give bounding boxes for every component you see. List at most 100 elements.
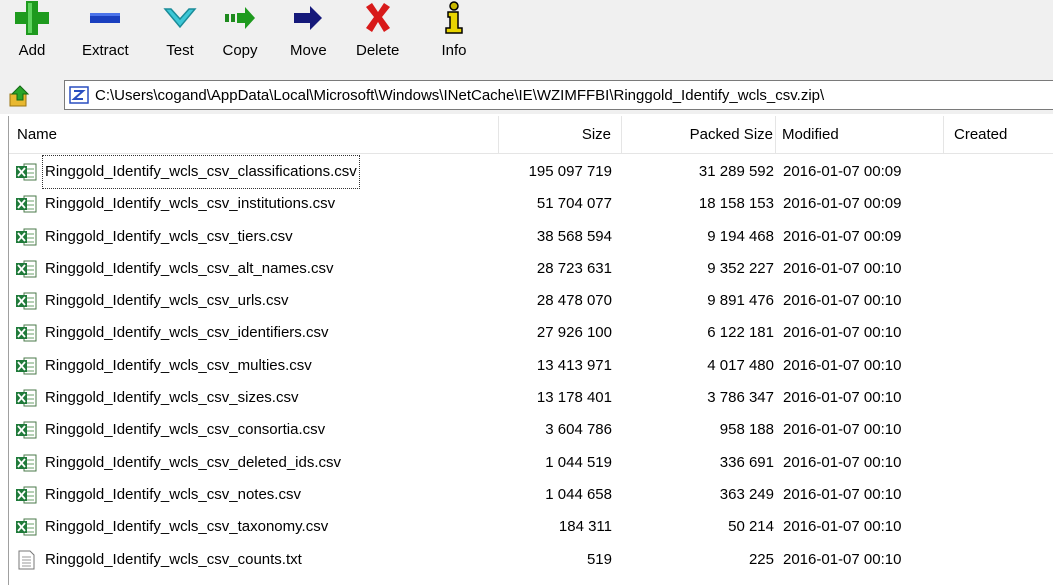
- file-packed-size: 50 214: [728, 518, 774, 536]
- add-label: Add: [18, 42, 46, 59]
- file-name: Ringgold_Identify_wcls_csv_deleted_ids.c…: [45, 453, 342, 471]
- file-name: Ringgold_Identify_wcls_csv_notes.csv: [45, 485, 301, 503]
- column-header-size[interactable]: Size: [499, 116, 622, 154]
- file-rows: Ringgold_Identify_wcls_csv_classificatio…: [9, 155, 1053, 576]
- info-label: Info: [441, 42, 467, 59]
- file-packed-size: 958 188: [719, 421, 774, 439]
- file-size: 38 568 594: [536, 227, 612, 245]
- file-name: Ringgold_Identify_wcls_csv_institutions.…: [45, 195, 336, 213]
- csv-file-icon: [15, 388, 37, 408]
- file-row[interactable]: Ringgold_Identify_wcls_csv_sizes.csv 13 1…: [9, 382, 1053, 414]
- file-packed-size: 9 891 476: [707, 292, 774, 310]
- csv-file-icon: [15, 259, 37, 279]
- csv-file-icon: [15, 517, 37, 537]
- extract-button[interactable]: Extract: [82, 0, 129, 68]
- file-name: Ringgold_Identify_wcls_csv_multies.csv: [45, 356, 312, 374]
- file-size: 28 478 070: [536, 292, 612, 310]
- file-row[interactable]: Ringgold_Identify_wcls_csv_consortia.csv…: [9, 414, 1053, 446]
- copy-button[interactable]: Copy: [222, 0, 258, 68]
- file-packed-size: 9 194 468: [707, 227, 774, 245]
- toolbar: Add Extract Test Copy Move Delete Info: [0, 0, 1053, 76]
- file-row[interactable]: Ringgold_Identify_wcls_csv_institutions.…: [9, 188, 1053, 220]
- check-icon: [162, 0, 198, 36]
- file-name: Ringgold_Identify_wcls_csv_taxonomy.csv: [45, 518, 329, 536]
- column-header-packed-size[interactable]: Packed Size: [622, 116, 776, 154]
- file-row[interactable]: Ringgold_Identify_wcls_csv_multies.csv 13…: [9, 350, 1053, 382]
- csv-file-icon: [15, 227, 37, 247]
- file-row[interactable]: Ringgold_Identify_wcls_csv_deleted_ids.c…: [9, 447, 1053, 479]
- address-bar[interactable]: C:\Users\cogand\AppData\Local\Microsoft\…: [64, 80, 1053, 110]
- file-name: Ringgold_Identify_wcls_csv_urls.csv: [45, 292, 289, 310]
- file-size: 519: [586, 550, 612, 568]
- extract-label: Extract: [82, 42, 129, 59]
- file-name: Ringgold_Identify_wcls_csv_classificatio…: [42, 155, 360, 189]
- file-packed-size: 363 249: [719, 485, 774, 503]
- csv-file-icon: [15, 323, 37, 343]
- csv-file-icon: [15, 356, 37, 376]
- file-row[interactable]: Ringgold_Identify_wcls_csv_notes.csv 1 04…: [9, 479, 1053, 511]
- file-row[interactable]: Ringgold_Identify_wcls_csv_urls.csv 28 47…: [9, 285, 1053, 317]
- file-name: Ringgold_Identify_wcls_csv_alt_names.csv: [45, 259, 334, 277]
- address-path: C:\Users\cogand\AppData\Local\Microsoft\…: [95, 86, 825, 104]
- csv-file-icon: [15, 485, 37, 505]
- file-row[interactable]: Ringgold_Identify_wcls_csv_counts.txt 519…: [9, 544, 1053, 576]
- copy-label: Copy: [222, 42, 258, 59]
- file-packed-size: 3 786 347: [707, 389, 774, 407]
- file-name: Ringgold_Identify_wcls_csv_sizes.csv: [45, 389, 299, 407]
- folder-up-icon: [9, 85, 30, 107]
- column-header-created[interactable]: Created: [944, 116, 1053, 154]
- test-button[interactable]: Test: [162, 0, 198, 68]
- info-button[interactable]: Info: [436, 0, 472, 68]
- column-header-name[interactable]: Name: [9, 116, 499, 154]
- file-size: 1 044 658: [545, 485, 612, 503]
- file-row[interactable]: Ringgold_Identify_wcls_csv_alt_names.csv…: [9, 253, 1053, 285]
- csv-file-icon: [15, 453, 37, 473]
- file-modified: 2016-01-07 00:09: [783, 195, 902, 213]
- file-packed-size: 9 352 227: [707, 259, 774, 277]
- file-modified: 2016-01-07 00:09: [783, 227, 902, 245]
- file-row[interactable]: Ringgold_Identify_wcls_csv_taxonomy.csv 1…: [9, 511, 1053, 543]
- file-size: 195 097 719: [528, 163, 612, 180]
- file-packed-size: 6 122 181: [707, 324, 774, 342]
- move-button[interactable]: Move: [290, 0, 327, 68]
- delete-x-icon: [360, 0, 396, 36]
- move-label: Move: [290, 42, 327, 59]
- file-size: 28 723 631: [536, 259, 612, 277]
- file-modified: 2016-01-07 00:10: [783, 324, 902, 342]
- file-modified: 2016-01-07 00:10: [783, 550, 902, 568]
- file-modified: 2016-01-07 00:10: [783, 292, 902, 310]
- csv-file-icon: [15, 291, 37, 311]
- file-size: 51 704 077: [536, 195, 612, 213]
- file-list: Name Size Packed Size Modified Created R…: [8, 116, 1053, 585]
- copy-arrow-icon: [222, 0, 258, 36]
- column-header-modified[interactable]: Modified: [776, 116, 944, 154]
- delete-button[interactable]: Delete: [356, 0, 399, 68]
- file-size: 13 413 971: [536, 356, 612, 374]
- file-row[interactable]: Ringgold_Identify_wcls_csv_identifiers.c…: [9, 317, 1053, 349]
- test-label: Test: [166, 42, 194, 59]
- text-file-icon: [15, 550, 37, 570]
- file-name: Ringgold_Identify_wcls_csv_identifiers.c…: [45, 324, 329, 342]
- file-size: 1 044 519: [545, 453, 612, 471]
- file-modified: 2016-01-07 00:09: [783, 163, 902, 180]
- file-modified: 2016-01-07 00:10: [783, 518, 902, 536]
- file-packed-size: 4 017 480: [707, 356, 774, 374]
- delete-label: Delete: [356, 42, 400, 59]
- file-row[interactable]: Ringgold_Identify_wcls_csv_tiers.csv 38 5…: [9, 221, 1053, 253]
- csv-file-icon: [15, 194, 37, 214]
- file-packed-size: 18 158 153: [698, 195, 774, 213]
- file-packed-size: 225: [748, 550, 774, 568]
- file-name: Ringgold_Identify_wcls_csv_tiers.csv: [45, 227, 293, 245]
- add-button[interactable]: Add: [14, 0, 50, 68]
- zip-archive-icon: [69, 86, 89, 104]
- file-modified: 2016-01-07 00:10: [783, 485, 902, 503]
- up-folder-button[interactable]: [8, 84, 32, 108]
- file-row[interactable]: Ringgold_Identify_wcls_csv_classificatio…: [9, 155, 1053, 189]
- file-modified: 2016-01-07 00:10: [783, 356, 902, 374]
- file-modified: 2016-01-07 00:10: [783, 259, 902, 277]
- file-name: Ringgold_Identify_wcls_csv_counts.txt: [45, 550, 302, 568]
- minus-icon: [87, 0, 123, 36]
- plus-icon: [14, 0, 50, 36]
- file-modified: 2016-01-07 00:10: [783, 389, 902, 407]
- file-size: 13 178 401: [536, 389, 612, 407]
